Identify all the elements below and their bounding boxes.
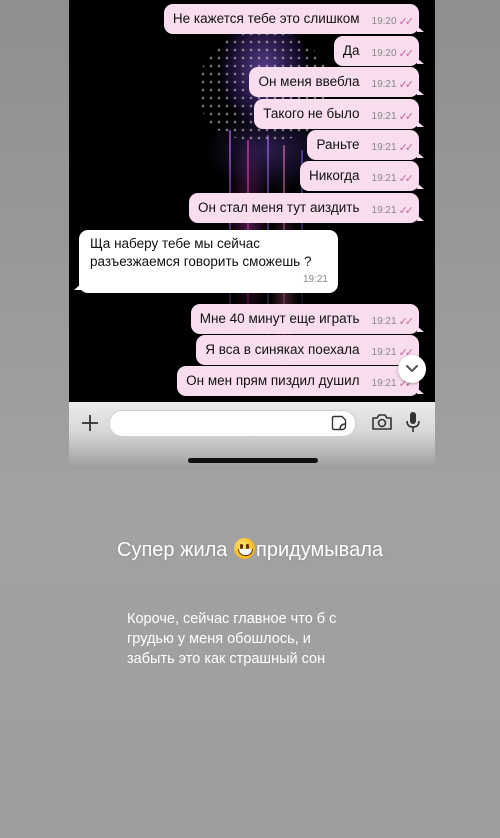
- note-line: грудью у меня обошлось, и: [127, 631, 311, 647]
- home-indicator: [188, 458, 318, 463]
- message-bubble-outgoing[interactable]: Никогда 19:21 ✓✓: [299, 161, 425, 191]
- message-time: 19:20: [371, 16, 397, 27]
- message-time: 19:21: [371, 111, 397, 122]
- chat-screenshot: Не кажется тебе это слишком 19:20 ✓✓ Да …: [69, 0, 435, 468]
- read-ticks-icon: ✓✓: [398, 205, 415, 217]
- message-text: Не кажется тебе это слишком: [172, 11, 360, 26]
- message-time: 19:21: [371, 316, 397, 327]
- grinning-emoji-icon: [233, 538, 255, 559]
- message-time: 19:21: [371, 347, 397, 358]
- message-text: Он мен прям пиздил душил: [186, 373, 360, 388]
- message-composer: [69, 402, 435, 468]
- read-ticks-icon: ✓✓: [398, 48, 415, 60]
- message-time: 19:21: [302, 274, 328, 285]
- message-bubble-outgoing[interactable]: Такого не было 19:21 ✓✓: [254, 99, 424, 129]
- note-line: забыть это как страшный сон: [127, 651, 326, 667]
- read-ticks-icon: ✓✓: [398, 111, 415, 123]
- message-bubble-outgoing[interactable]: Да 19:20 ✓✓: [333, 36, 425, 66]
- message-text: Он стал меня тут аиздить: [198, 200, 360, 215]
- sticker-icon[interactable]: [331, 415, 347, 431]
- message-time: 19:21: [371, 142, 397, 153]
- message-text: Да: [342, 43, 360, 58]
- message-time: 19:21: [371, 173, 397, 184]
- message-text: Никогда: [308, 168, 360, 183]
- caption-text-after: придумывала: [255, 539, 383, 561]
- read-ticks-icon: ✓✓: [398, 173, 415, 185]
- message-text: Он меня ввебла: [258, 74, 360, 89]
- chevron-down-icon: [406, 365, 418, 372]
- read-ticks-icon: ✓✓: [398, 16, 415, 28]
- scroll-down-button[interactable]: [398, 355, 426, 383]
- message-bubble-outgoing[interactable]: Он меня ввебла 19:21 ✓✓: [249, 67, 424, 97]
- read-ticks-icon: ✓✓: [398, 142, 415, 154]
- caption-text-before: Супер жила: [117, 539, 228, 561]
- message-bubble-outgoing[interactable]: Не кажется тебе это слишком 19:20 ✓✓: [163, 4, 425, 34]
- story-caption: Супер жила придумывала: [0, 538, 500, 562]
- message-time: 19:21: [371, 79, 397, 90]
- message-time: 19:20: [371, 48, 397, 59]
- message-time: 19:21: [371, 378, 397, 389]
- message-bubble-outgoing[interactable]: Он мен прям пиздил душил 19:21 ✓✓: [177, 366, 424, 396]
- message-bubble-outgoing[interactable]: Мне 40 минут еще играть 19:21 ✓✓: [190, 304, 425, 334]
- message-text: разъезжаемся говорить сможешь ?: [90, 254, 312, 269]
- mic-icon[interactable]: [405, 410, 421, 434]
- message-text: Ща наберу тебе мы сейчас: [90, 236, 261, 251]
- message-text: Мне 40 минут еще играть: [199, 311, 360, 326]
- attach-button[interactable]: [79, 412, 101, 434]
- camera-icon[interactable]: [371, 412, 393, 432]
- message-bubble-incoming[interactable]: Ща наберу тебе мы сейчас разъезжаемся го…: [74, 230, 338, 293]
- note-line: Короче, сейчас главное что б с: [127, 611, 337, 627]
- message-bubble-outgoing[interactable]: Раньте 19:21 ✓✓: [307, 130, 424, 160]
- story-note: Короче, сейчас главное что б с грудью у …: [127, 609, 387, 669]
- plus-icon: [82, 415, 98, 431]
- message-bubble-outgoing[interactable]: Я вса в синяках поехала 19:21 ✓✓: [196, 335, 424, 365]
- read-ticks-icon: ✓✓: [398, 79, 415, 91]
- message-text: Такого не было: [263, 106, 360, 121]
- read-ticks-icon: ✓✓: [398, 316, 415, 328]
- message-text: Я вса в синяках поехала: [205, 342, 360, 357]
- message-input[interactable]: [109, 410, 356, 437]
- message-bubble-outgoing[interactable]: Он стал меня тут аиздить 19:21 ✓✓: [189, 193, 424, 223]
- message-text: Раньте: [316, 137, 360, 152]
- message-time: 19:21: [371, 205, 397, 216]
